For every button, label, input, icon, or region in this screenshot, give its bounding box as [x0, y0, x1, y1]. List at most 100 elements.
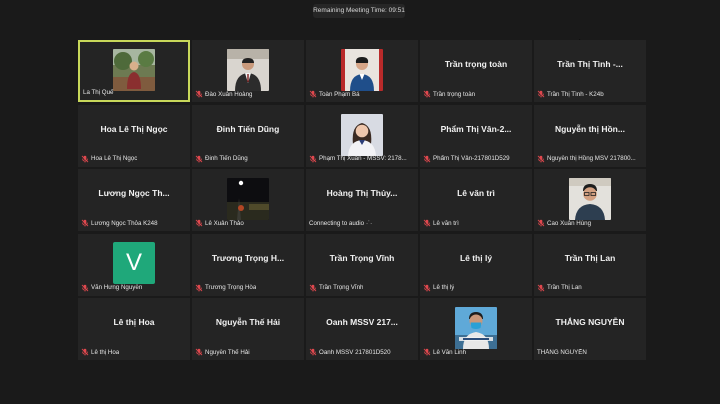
participant-display-name: Hoàng Thị Thủy... — [326, 188, 398, 198]
participant-tile[interactable]: Cao Xuân Hùng — [534, 169, 646, 231]
participant-tile[interactable]: Đinh Tiến Dũng Đinh Tiến Dũng — [192, 104, 304, 167]
participant-name-bar: Đào Xuân Hoàng — [195, 89, 302, 99]
participant-display-name: Phẩm Thị Vân-2... — [440, 123, 512, 134]
participant-name-bar: Phẩm Thị Vân-217801D529 — [423, 154, 530, 164]
participant-tile[interactable]: Nguyễn Thế Hải Nguyễn Thế Hải — [192, 298, 304, 360]
participant-tile[interactable]: Oanh MSSV 217... Oanh MSSV 217801D520 — [306, 298, 418, 360]
participant-name-bar: Văn Hưng Nguyễn — [81, 283, 188, 293]
participant-tile[interactable]: THẮNG NGUYỄN THẮNG NGUYỄN — [534, 298, 646, 360]
participant-display-name: Trần Trọng Vĩnh — [329, 252, 395, 263]
mic-muted-icon — [81, 348, 89, 356]
mic-muted-icon — [195, 219, 203, 227]
participant-name-bar: Phạm Thị Xuân - MSSV: 2178... — [309, 154, 416, 164]
participant-display-name: Lê thị lý — [459, 252, 493, 263]
participant-name: THẮNG NGUYỄN — [537, 348, 587, 356]
participant-name-bar: Trần Thị Lan — [537, 283, 644, 293]
participant-tile[interactable]: Trần Trọng Vĩnh Trần Trọng Vĩnh — [306, 233, 418, 296]
woman-portrait-video — [341, 113, 383, 156]
participant-tile[interactable]: Lương Ngọc Th... Lương Ngọc Thỏa K248 — [78, 169, 190, 231]
participant-name: Văn Hưng Nguyễn — [91, 284, 143, 291]
participant-name-bar: THẮNG NGUYỄN — [537, 347, 644, 357]
participant-name: Trần trọng toàn — [433, 90, 476, 98]
participant-name: Trần Thị Tình - K24b — [547, 90, 604, 98]
participant-name-bar: Lê thị Hoa — [81, 347, 188, 357]
participant-name-bar: Cao Xuân Hùng — [537, 218, 644, 228]
mic-muted-icon — [195, 348, 203, 356]
participant-display-name: Nguyễn Thế Hải — [215, 317, 281, 327]
mic-muted-icon — [309, 348, 317, 356]
participant-name: Trương Trọng Hòa — [205, 284, 257, 291]
participant-display-name: Hoa Lê Thị Ngọc — [100, 123, 168, 134]
mic-muted-icon — [195, 155, 203, 163]
participant-name-bar: Toàn Phạm Bá — [309, 89, 416, 99]
mic-muted-icon — [423, 90, 431, 98]
participant-name: Lê Văn Linh — [433, 348, 467, 356]
connecting-spinner-icon: ·˙· — [366, 219, 373, 227]
participant-tile[interactable]: Đào Xuân Hoàng — [192, 40, 304, 102]
participant-tile[interactable]: Hoàng Thị Thủy... Connecting to audio ·˙· — [306, 169, 418, 231]
participant-tile[interactable]: Lê thị lý Lê thị lý — [420, 233, 532, 296]
participant-display-name: Nguyễn thị Hồn... — [555, 123, 625, 134]
avatar: V — [113, 241, 155, 284]
participant-tile[interactable]: Trương Trọng H... Trương Trọng Hòa — [192, 233, 304, 296]
participant-name-bar: Lê Xuân Thảo — [195, 218, 302, 228]
participant-name: Lương Ngọc Thỏa K248 — [91, 219, 158, 227]
participant-name-bar: Trần Thị Tình - K24b — [537, 89, 644, 99]
participant-display-name: Trần Thị Lan — [564, 252, 616, 263]
participant-name: Oanh MSSV 217801D520 — [319, 348, 391, 356]
man-glasses-video — [569, 178, 611, 220]
participant-name: Lê thị Hoa — [91, 348, 120, 356]
participant-name: Lê Xuân Thảo — [205, 219, 244, 227]
participant-name-bar: Trần Trọng Vĩnh — [309, 283, 416, 293]
mic-muted-icon — [195, 90, 203, 98]
participant-tile[interactable]: La Thị Quế — [78, 40, 190, 102]
participant-tile[interactable]: Toàn Phạm Bá — [306, 40, 418, 102]
participant-tile[interactable]: Lê văn trì Lê văn trì — [420, 169, 532, 231]
participant-name: Trần Thị Lan — [547, 284, 582, 291]
participant-name-bar: Trần trọng toàn — [423, 89, 530, 99]
participant-name-bar: Nguyễn Thế Hải — [195, 347, 302, 357]
participant-tile[interactable]: Trần Thị Tình -... Trần Thị Tình - K24b — [534, 40, 646, 102]
participant-name-bar: Connecting to audio ·˙· — [309, 218, 416, 228]
participant-name: Lê văn trì — [433, 219, 459, 227]
participant-name-bar: Trương Trọng Hòa — [195, 283, 302, 293]
participant-name: Lê thị lý — [433, 284, 455, 291]
participant-display-name: Lê văn trì — [457, 188, 495, 198]
participant-gallery: La Thị Quế Đào Xuân Hoàng Toàn Phạm Bá Trần… — [78, 40, 646, 360]
participant-display-name: Oanh MSSV 217... — [326, 317, 398, 327]
participant-display-name: Lê thị Hoa — [113, 317, 155, 327]
participant-tile[interactable]: Hoa Lê Thị Ngọc Hoa Lê Thị Ngọc — [78, 104, 190, 167]
mic-muted-icon — [423, 155, 431, 163]
participant-name-bar: Lê văn trì — [423, 218, 530, 228]
mic-muted-icon — [423, 348, 431, 356]
participant-tile[interactable]: Lê Xuân Thảo — [192, 169, 304, 231]
participant-display-name: Trần trọng toàn — [444, 59, 508, 69]
person-suit-video — [227, 49, 269, 91]
mic-muted-icon — [423, 219, 431, 227]
participant-name: Phẩm Thị Vân-217801D529 — [433, 155, 510, 162]
participant-tile[interactable]: Lê thị Hoa Lê thị Hoa — [78, 298, 190, 360]
participant-display-name: Trần Thị Tình -... — [557, 59, 623, 69]
participant-tile[interactable]: V Văn Hưng Nguyễn — [78, 233, 190, 296]
night-scene-video — [227, 178, 269, 220]
participant-tile[interactable]: Phạm Thị Xuân - MSSV: 2178... — [306, 104, 418, 167]
participant-name: Nguyễn Thế Hải — [205, 348, 250, 356]
mic-muted-icon — [195, 284, 203, 292]
participant-display-name: THẮNG NGUYỄN — [555, 317, 625, 327]
participant-tile[interactable]: Lê Văn Linh — [420, 298, 532, 360]
participant-tile[interactable]: Phẩm Thị Vân-2... Phẩm Thị Vân-217801D529 — [420, 104, 532, 167]
mic-muted-icon — [81, 155, 89, 163]
mic-muted-icon — [309, 284, 317, 292]
participant-name: Trần Trọng Vĩnh — [319, 284, 364, 291]
participant-name-bar: Nguyễn thị Hồng MSV 217800... — [537, 154, 644, 164]
participant-display-name: Trương Trọng H... — [211, 252, 285, 263]
man-mask-video — [455, 307, 497, 349]
mic-muted-icon — [309, 90, 317, 98]
participant-tile[interactable]: Nguyễn thị Hồn... Nguyễn thị Hồng MSV 217… — [534, 104, 646, 167]
mic-muted-icon — [309, 155, 317, 163]
participant-name-bar: Đinh Tiến Dũng — [195, 154, 302, 164]
participant-name-bar: Lê thị lý — [423, 283, 530, 293]
participant-display-name: Đinh Tiến Dũng — [216, 123, 280, 134]
participant-tile[interactable]: Trần Thị Lan Trần Thị Lan — [534, 233, 646, 296]
participant-tile[interactable]: Trần trọng toàn Trần trọng toàn — [420, 40, 532, 102]
